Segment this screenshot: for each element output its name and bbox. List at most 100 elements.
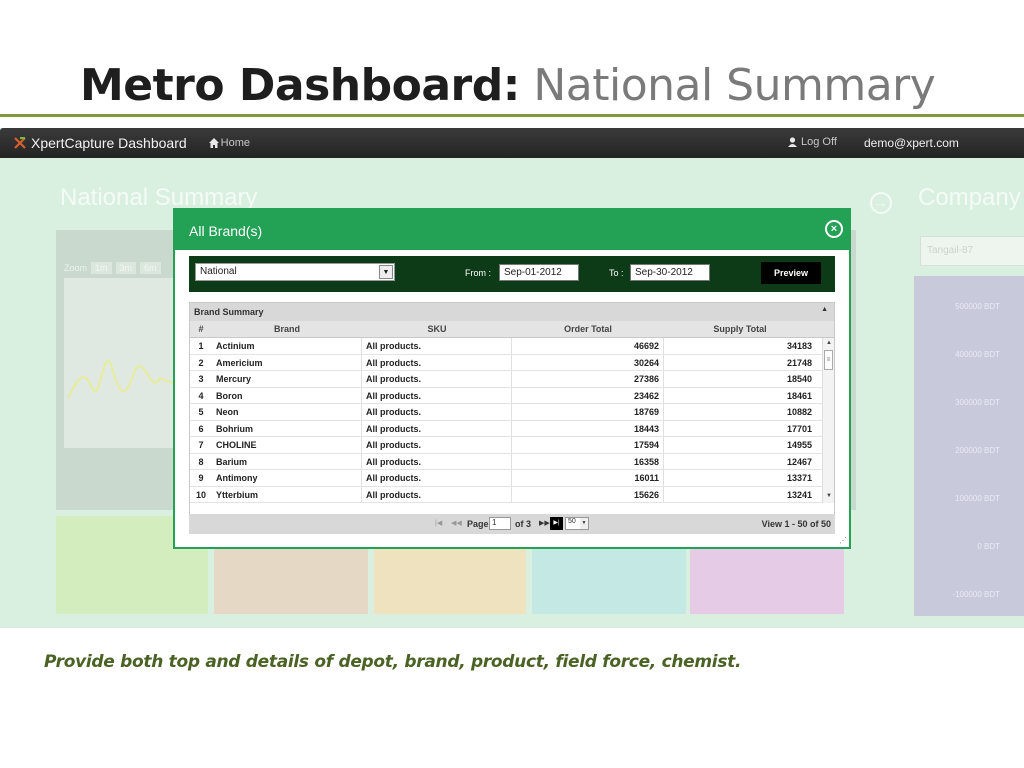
nav-home-link[interactable]: Home bbox=[208, 137, 250, 149]
bg-region-select[interactable]: Tangail-87 bbox=[920, 236, 1024, 266]
column-header[interactable]: # bbox=[190, 321, 212, 337]
cell-supply-total: 14955 bbox=[786, 440, 812, 450]
cell-sku: All products. bbox=[362, 486, 512, 502]
preview-button[interactable]: Preview bbox=[761, 262, 821, 284]
bg-zoom-label: Zoom bbox=[64, 263, 88, 273]
modal-header: All Brand(s) × bbox=[175, 210, 849, 250]
cell-order-total: 18769 bbox=[512, 404, 664, 420]
dashboard-app: XpertCapture Dashboard Home Log Off demo… bbox=[0, 128, 1024, 628]
cell-sku: All products. bbox=[362, 453, 512, 469]
grid-scrollbar[interactable]: ▲ ≡ ▼ bbox=[822, 338, 834, 503]
scroll-thumb[interactable]: ≡ bbox=[824, 350, 833, 370]
cell-index: 4 bbox=[198, 390, 204, 401]
first-page-icon[interactable]: |◀ bbox=[435, 519, 442, 527]
cell-sku: All products. bbox=[362, 470, 512, 486]
bg-zoom-controls: Zoom 1m 3m 6m bbox=[64, 262, 161, 274]
cell-brand: Boron bbox=[212, 387, 362, 403]
cell-sku: All products. bbox=[362, 371, 512, 387]
page-number-input[interactable]: 1 bbox=[489, 517, 511, 530]
app-brand[interactable]: XpertCapture Dashboard bbox=[14, 135, 187, 151]
table-row[interactable]: 8 Barium All products. 16358 12467 bbox=[190, 453, 834, 470]
bg-company-chart: 500000 BDT 400000 BDT 300000 BDT 200000 … bbox=[914, 276, 1024, 616]
view-range-label: View 1 - 50 of 50 bbox=[761, 519, 831, 529]
bg-zoom-6m[interactable]: 6m bbox=[140, 262, 161, 274]
table-row[interactable]: 6 Bohrium All products. 18443 17701 bbox=[190, 420, 834, 437]
cell-supply-total: 17701 bbox=[786, 423, 812, 434]
last-page-icon[interactable]: ▶| bbox=[550, 517, 563, 530]
cell-brand: Americium bbox=[212, 354, 362, 370]
all-brands-modal: All Brand(s) × National ▼ From : Sep-01-… bbox=[173, 208, 851, 549]
column-header[interactable]: Brand bbox=[212, 321, 362, 337]
from-date-input[interactable]: Sep-01-2012 bbox=[499, 264, 579, 281]
to-date-input[interactable]: Sep-30-2012 bbox=[630, 264, 710, 281]
cell-sku: All products. bbox=[362, 420, 512, 436]
collapse-icon[interactable]: ▲ bbox=[821, 306, 828, 313]
logoff-link[interactable]: Log Off bbox=[788, 136, 837, 148]
table-row[interactable]: 4 Boron All products. 23462 18461 bbox=[190, 387, 834, 404]
table-row[interactable]: 1 Actinium All products. 46692 34183 bbox=[190, 338, 834, 355]
grid-caption-label: Brand Summary bbox=[194, 307, 264, 317]
nav-home-label: Home bbox=[220, 137, 250, 149]
table-row[interactable]: 7 CHOLINE All products. 17594 14955 bbox=[190, 437, 834, 454]
cell-index: 2 bbox=[198, 357, 204, 368]
column-header[interactable]: Order Total bbox=[512, 321, 664, 337]
cell-supply-total: 13241 bbox=[786, 489, 812, 500]
bg-y-tick: -100000 BDT bbox=[952, 590, 1000, 599]
table-row[interactable]: 10 Ytterbium All products. 15626 13241 bbox=[190, 486, 834, 503]
bg-zoom-1m[interactable]: 1m bbox=[91, 262, 112, 274]
bg-trend-line bbox=[67, 359, 181, 399]
rows-per-page-select[interactable]: 50 ▼ bbox=[565, 517, 589, 530]
region-select[interactable]: National ▼ bbox=[195, 263, 395, 281]
column-header[interactable]: SKU bbox=[362, 321, 512, 337]
next-page-icon[interactable]: ▶▶ bbox=[539, 519, 550, 527]
arrow-right-icon[interactable]: → bbox=[870, 192, 892, 214]
region-select-value: National bbox=[200, 266, 237, 277]
chevron-down-icon[interactable]: ▼ bbox=[379, 265, 393, 279]
user-email[interactable]: demo@xpert.com bbox=[864, 136, 959, 150]
column-header[interactable]: Supply Total bbox=[664, 321, 816, 337]
scroll-down-icon[interactable]: ▼ bbox=[823, 493, 834, 503]
cell-sku: All products. bbox=[362, 404, 512, 420]
logoff-label: Log Off bbox=[801, 136, 837, 148]
slide-title: Metro Dashboard: National Summary bbox=[80, 60, 936, 111]
close-icon[interactable]: × bbox=[825, 220, 843, 238]
filter-bar: National ▼ From : Sep-01-2012 To : Sep-3… bbox=[189, 256, 835, 292]
brand-logo-icon bbox=[14, 137, 26, 149]
cell-brand: Ytterbium bbox=[212, 486, 362, 502]
table-row[interactable]: 9 Antimony All products. 16011 13371 bbox=[190, 470, 834, 487]
bg-y-tick: 300000 BDT bbox=[955, 398, 1000, 407]
bg-company-heading: Company bbox=[918, 184, 1021, 211]
cell-order-total: 18443 bbox=[512, 420, 664, 436]
prev-page-icon[interactable]: ◀◀ bbox=[451, 519, 462, 527]
cell-index: 3 bbox=[198, 374, 204, 384]
cell-index: 1 bbox=[198, 341, 204, 351]
resize-handle-icon[interactable]: ⋰ bbox=[839, 537, 847, 545]
bg-y-tick: 500000 BDT bbox=[955, 302, 1000, 311]
cell-order-total: 16011 bbox=[512, 470, 664, 486]
cell-brand: CHOLINE bbox=[212, 437, 362, 453]
bg-zoom-3m[interactable]: 3m bbox=[115, 262, 137, 274]
chevron-down-icon[interactable]: ▼ bbox=[580, 518, 588, 529]
cell-index: 10 bbox=[195, 489, 206, 500]
title-divider bbox=[0, 114, 1024, 117]
table-row[interactable]: 2 Americium All products. 30264 21748 bbox=[190, 354, 834, 371]
table-row[interactable]: 3 Mercury All products. 27386 18540 bbox=[190, 371, 834, 388]
cell-brand: Bohrium bbox=[212, 420, 362, 436]
grid-pager: |◀ ◀◀ Page 1 of 3 ▶▶ ▶| 50 ▼ View 1 - 50… bbox=[189, 514, 835, 534]
app-brand-label: XpertCapture Dashboard bbox=[31, 135, 187, 151]
cell-supply-total: 21748 bbox=[786, 357, 812, 368]
cell-brand: Neon bbox=[212, 404, 362, 420]
cell-order-total: 27386 bbox=[512, 371, 664, 387]
cell-order-total: 17594 bbox=[512, 437, 664, 453]
cell-supply-total: 18461 bbox=[786, 390, 812, 401]
slide-title-light: National Summary bbox=[533, 60, 936, 111]
slide-title-strong: Metro Dashboard: bbox=[80, 60, 520, 111]
cell-brand: Actinium bbox=[212, 338, 362, 354]
table-row[interactable]: 5 Neon All products. 18769 10882 bbox=[190, 404, 834, 421]
cell-index: 7 bbox=[198, 440, 204, 450]
cell-brand: Antimony bbox=[212, 470, 362, 486]
scroll-up-icon[interactable]: ▲ bbox=[823, 340, 834, 350]
grid-caption: Brand Summary ▲ bbox=[190, 303, 834, 321]
from-label: From : bbox=[465, 268, 491, 278]
bg-y-tick: 400000 BDT bbox=[955, 350, 1000, 359]
